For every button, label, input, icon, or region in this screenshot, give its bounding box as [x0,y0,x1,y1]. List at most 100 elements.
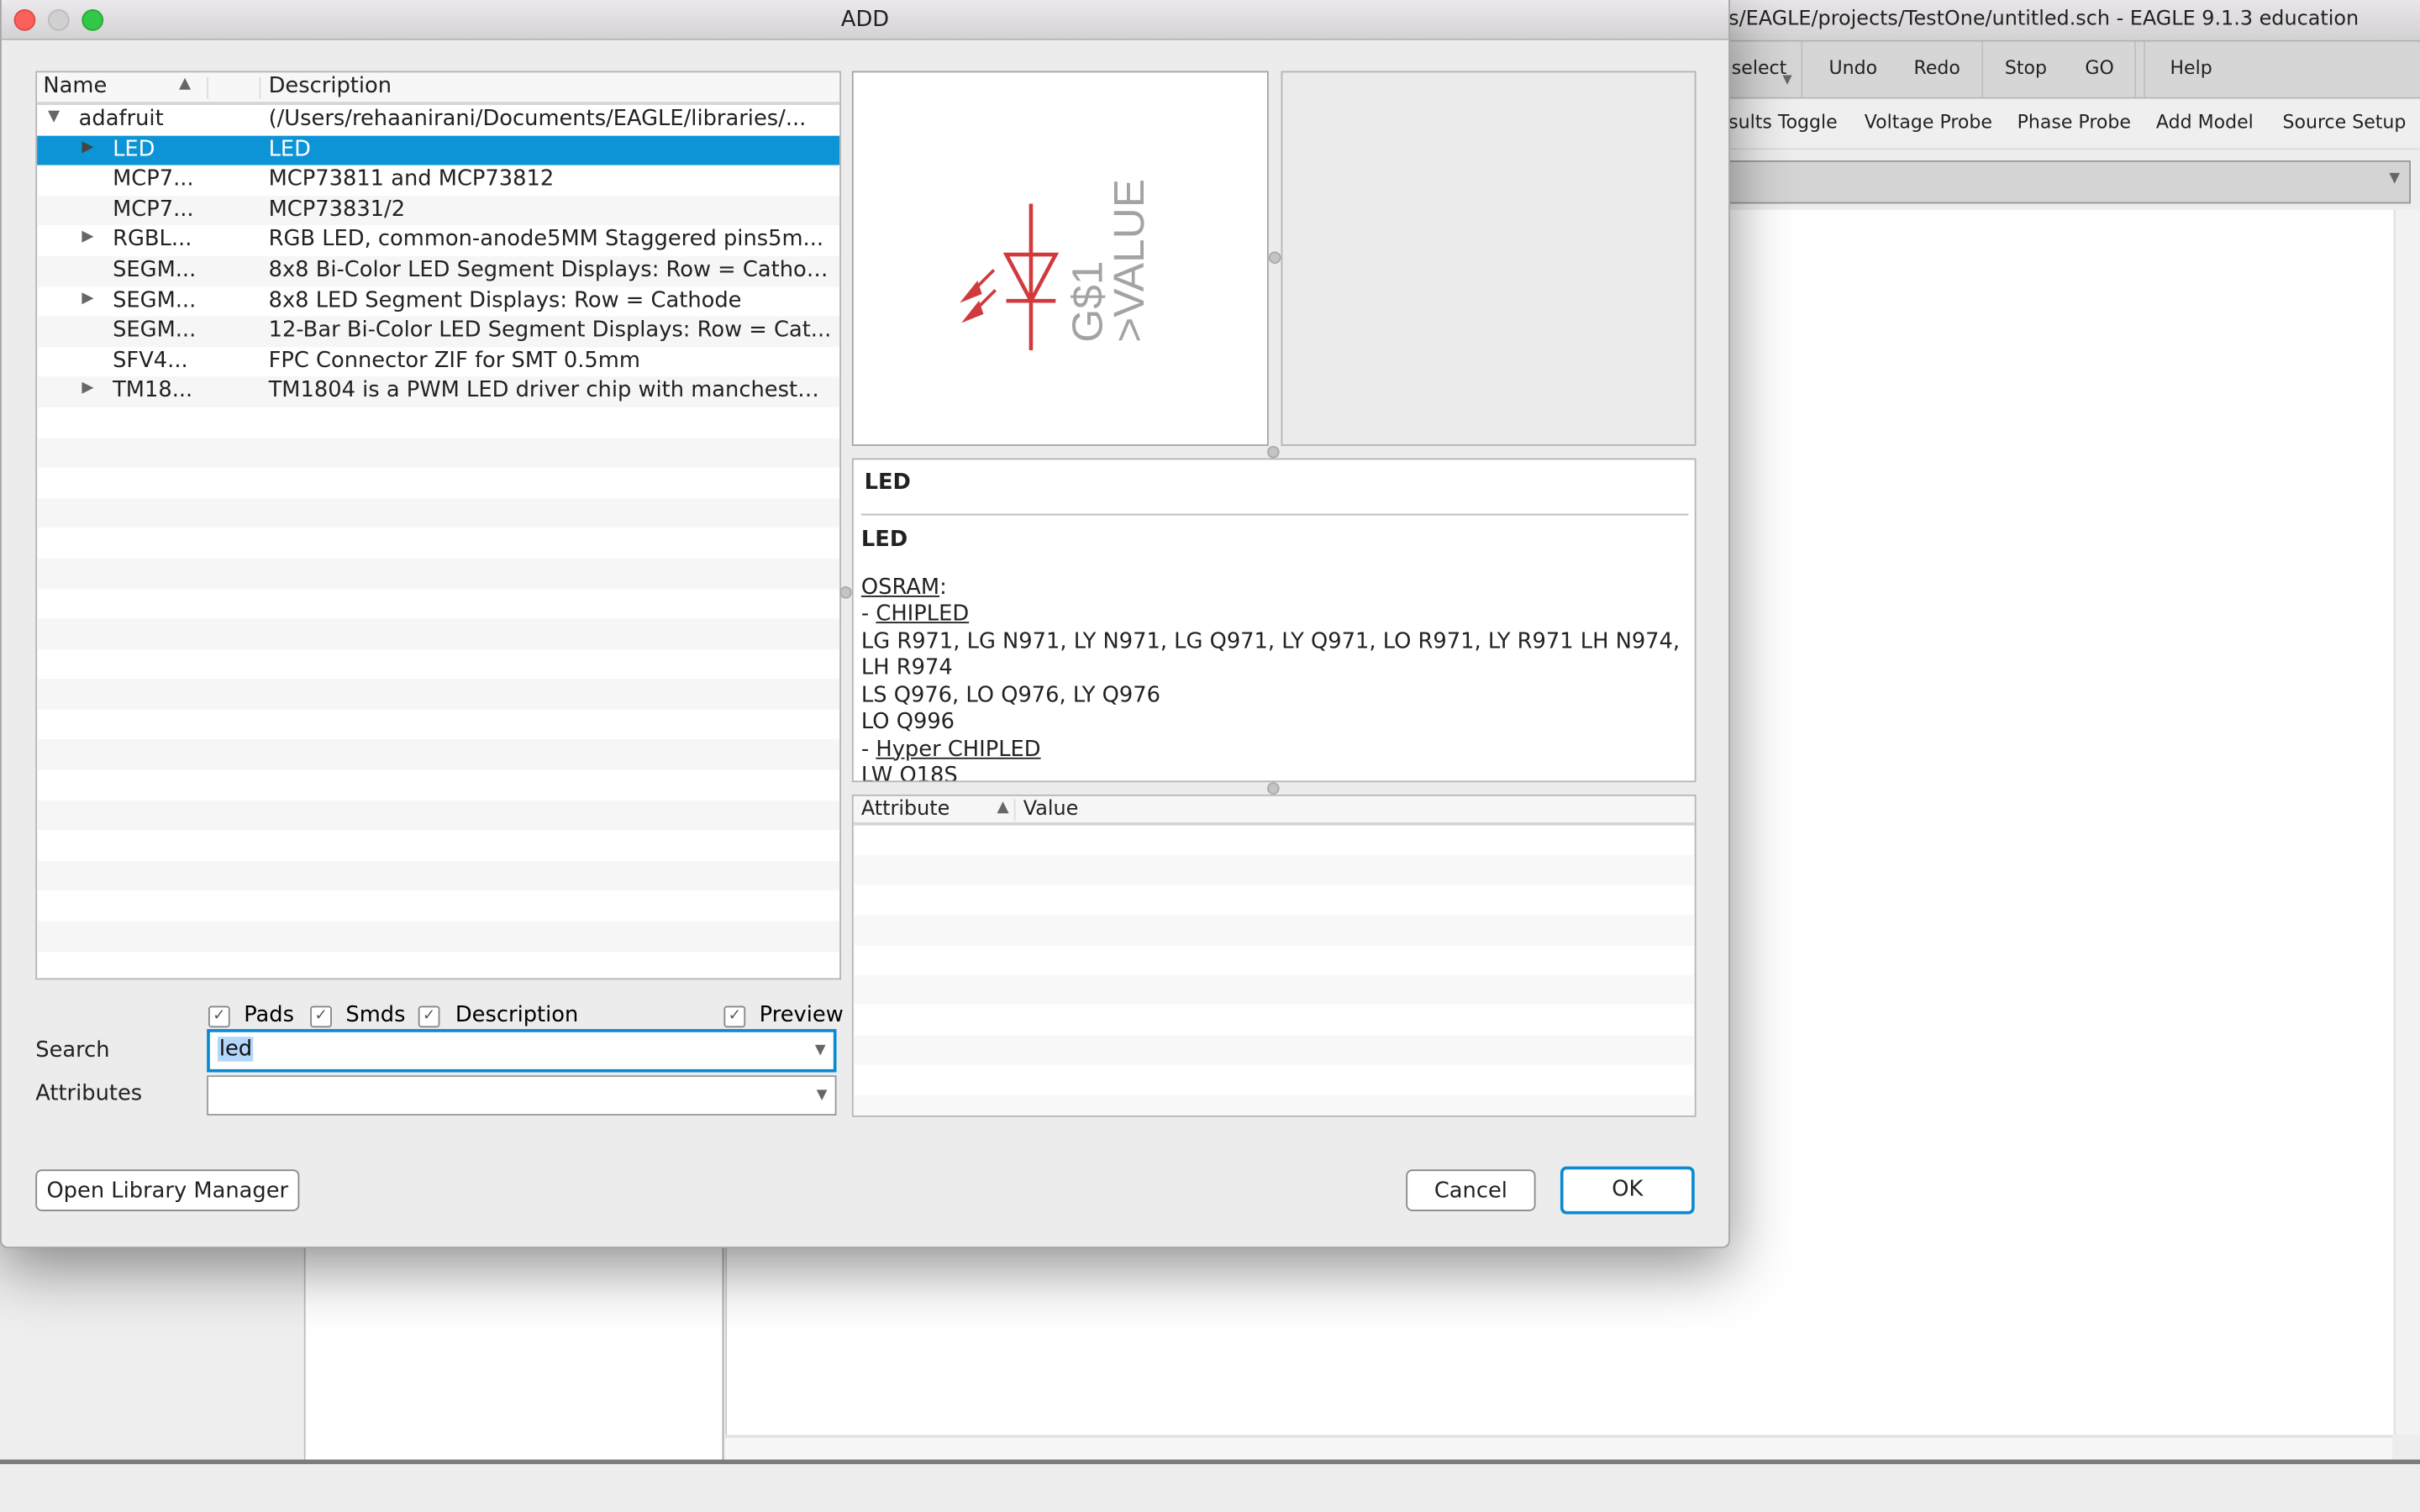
pads-checkbox[interactable]: ✓ [208,1005,230,1028]
description-line: - CHIPLED [861,601,1688,628]
chevron-down-icon: ▼ [2389,171,2401,187]
empty-row [37,407,839,438]
smds-checkbox-label[interactable]: Smds [345,1003,405,1027]
chevron-down-icon[interactable]: ▼ [817,1088,828,1103]
search-label: Search [35,1038,110,1063]
row-name: SEGM... [113,287,197,313]
empty-row [37,952,839,979]
results-toggle-button[interactable]: sults Toggle [1728,111,1838,133]
row-name: MCP7... [113,166,194,192]
toolbar-undo-button[interactable]: Undo [1829,57,1878,79]
toolbar-separator [2134,41,2137,97]
empty-row [853,1095,1695,1116]
package-preview [1281,71,1697,446]
tree-row-device[interactable]: SFV4... FPC Connector ZIF for SMT 0.5mm [37,347,839,377]
source-setup-button[interactable]: Source Setup [2283,111,2407,133]
ok-button[interactable]: OK [1560,1166,1695,1215]
vertical-splitter-handle[interactable] [1268,251,1281,265]
row-name: TM18... [113,378,193,404]
tree-row-device[interactable]: ▶ TM18... TM1804 is a PWM LED driver chi… [37,376,840,407]
tree-row-device[interactable]: ▶ RGBL... RGB LED, common-anode5MM Stagg… [37,226,839,256]
voltage-probe-button[interactable]: Voltage Probe [1865,111,1992,133]
horizontal-splitter-handle[interactable] [1266,782,1280,795]
horizontal-splitter-handle[interactable] [1266,445,1280,459]
sort-ascending-icon[interactable]: ▲ [179,76,191,92]
column-separator[interactable] [1013,799,1016,822]
tree-row-device[interactable]: ▶ SEGM... 8x8 LED Segment Displays: Row … [37,286,839,317]
row-description: MCP73811 and MCP73812 [268,166,555,192]
phase-probe-button[interactable]: Phase Probe [2018,111,2131,133]
toolbar-stop-button[interactable]: Stop [2005,57,2047,79]
toolbar-go-button[interactable]: GO [2085,57,2113,79]
column-header-value[interactable]: Value [1023,798,1079,822]
main-window-combo[interactable]: ▼ [1666,160,2411,204]
description-divider [860,513,1689,516]
search-combobox[interactable]: led ▼ [207,1029,837,1073]
column-header-attribute[interactable]: Attribute [861,798,950,822]
column-header-description[interactable]: Description [269,74,392,98]
tree-row-device-selected[interactable]: ▶ LED LED [37,134,840,165]
select-dropdown-icon[interactable]: ▼ [1782,72,1791,87]
tree-row-device[interactable]: MCP7... MCP73831/2 [37,195,840,226]
description-header: LED [864,470,911,496]
main-window-title: s/EAGLE/projects/TestOne/untitled.sch - … [1728,8,2360,31]
empty-row [854,1005,1695,1035]
canvas-vertical-scrollbar[interactable] [2393,209,2420,1436]
description-panel: LED LED OSRAM: - CHIPLED LG R971, LG N97… [851,458,1697,783]
toolbar-redo-button[interactable]: Redo [1914,57,1960,79]
chevron-down-icon[interactable]: ▼ [815,1043,826,1058]
collapsed-triangle-icon[interactable]: ▶ [82,290,93,307]
add-model-button[interactable]: Add Model [2156,111,2254,133]
empty-row [37,860,840,891]
empty-row [37,739,840,770]
toolbar-separator [1981,41,1984,97]
row-description: (/Users/rehaanirani/Documents/EAGLE/libr… [268,106,807,132]
empty-row [37,800,840,831]
expanded-triangle-icon[interactable]: ▼ [48,108,60,125]
empty-row [37,618,840,649]
empty-row [853,974,1695,1005]
collapsed-triangle-icon[interactable]: ▶ [82,139,93,155]
row-description: TM1804 is a PWM LED driver chip with man… [268,378,832,404]
row-name: LED [113,136,155,162]
open-library-manager-button[interactable]: Open Library Manager [35,1169,300,1211]
sort-ascending-icon[interactable]: ▲ [997,799,1009,816]
canvas-horizontal-scrollbar[interactable] [725,1435,2392,1462]
row-description: 8x8 LED Segment Displays: Row = Cathode [268,287,742,313]
tree-row-device[interactable]: SEGM... 12-Bar Bi-Color LED Segment Disp… [37,316,840,347]
part-value-label: >VALUE [1104,179,1153,343]
attribute-table-header: Attribute ▲ Value [853,795,1695,826]
description-checkbox[interactable]: ✓ [418,1005,440,1028]
smds-checkbox[interactable]: ✓ [310,1005,332,1028]
collapsed-triangle-icon[interactable]: ▶ [82,380,93,396]
collapsed-triangle-icon[interactable]: ▶ [82,229,93,246]
preview-checkbox[interactable]: ✓ [723,1005,746,1028]
tree-row-library[interactable]: ▼ adafruit (/Users/rehaanirani/Documents… [37,105,839,135]
chipled-link[interactable]: CHIPLED [876,601,969,626]
cancel-button[interactable]: Cancel [1406,1169,1536,1211]
osram-link[interactable]: OSRAM [861,575,939,599]
dialog-title: ADD [840,8,890,33]
column-separator[interactable] [259,76,261,99]
row-description: 12-Bar Bi-Color LED Segment Displays: Ro… [268,318,832,344]
vertical-splitter-handle[interactable] [839,585,852,599]
description-title: LED [860,528,908,553]
row-description: FPC Connector ZIF for SMT 0.5mm [268,348,640,374]
column-header-name[interactable]: Name [43,74,107,98]
toolbar-help-button[interactable]: Help [2170,57,2212,79]
empty-row [854,1065,1695,1095]
description-line: - Hyper CHIPLED [861,737,1688,764]
hyper-chipled-link[interactable]: Hyper CHIPLED [876,737,1040,761]
tree-row-device[interactable]: MCP7... MCP73811 and MCP73812 [37,165,839,196]
tree-row-device[interactable]: SEGM... 8x8 Bi-Color LED Segment Display… [37,255,840,286]
library-tree[interactable]: Name ▲ Description ▼ adafruit (/Users/re… [35,71,842,980]
search-input-value[interactable]: led [217,1037,254,1062]
description-checkbox-label[interactable]: Description [455,1003,578,1027]
empty-row [37,497,840,528]
preview-checkbox-label[interactable]: Preview [760,1003,844,1027]
row-name: SFV4... [113,348,188,374]
column-separator[interactable] [207,76,208,99]
attributes-combobox[interactable]: ▼ [207,1075,837,1116]
pads-checkbox-label[interactable]: Pads [244,1003,294,1027]
toolbar-select-button[interactable]: select [1732,57,1786,79]
